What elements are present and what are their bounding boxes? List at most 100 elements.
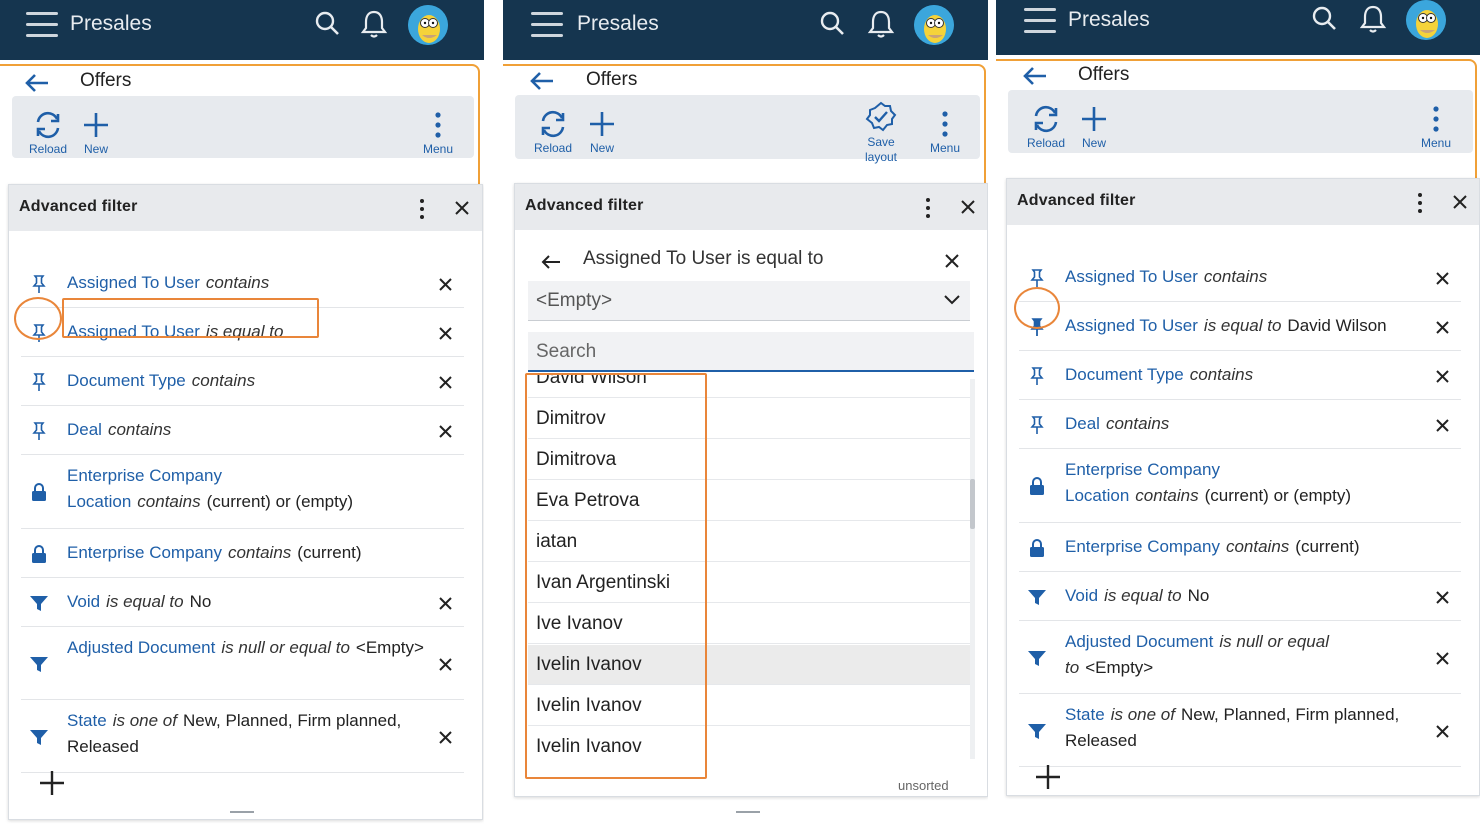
remove-filter-icon[interactable] bbox=[1436, 418, 1449, 432]
avatar[interactable] bbox=[1406, 0, 1446, 40]
filter-row[interactable]: State is one of New, Planned, Firm planned… bbox=[21, 700, 464, 773]
new-button[interactable]: New bbox=[586, 109, 618, 155]
hamburger-menu-icon[interactable] bbox=[26, 12, 58, 40]
filter-field[interactable]: Assigned To User bbox=[1065, 316, 1198, 335]
filter-field[interactable]: Enterprise Company bbox=[1065, 537, 1220, 556]
back-arrow-icon[interactable] bbox=[24, 72, 50, 94]
back-arrow-icon[interactable] bbox=[529, 70, 555, 92]
filter-row-text: Deal contains bbox=[67, 417, 424, 443]
filter-field[interactable]: State bbox=[1065, 705, 1105, 724]
filter-row[interactable]: Enterprise Company contains (current) bbox=[21, 529, 464, 578]
filter-row[interactable]: Deal contains bbox=[1019, 400, 1461, 449]
menu-button[interactable]: Menu bbox=[925, 109, 965, 155]
filter-field[interactable]: Enterprise Company bbox=[67, 543, 222, 562]
bell-icon[interactable] bbox=[1359, 4, 1387, 34]
save-layout-button[interactable]: Save layout bbox=[861, 101, 901, 165]
bell-icon[interactable] bbox=[867, 9, 895, 39]
filter-row-text: Void is equal to No bbox=[67, 589, 424, 615]
filter-row[interactable]: Enterprise Company contains (current) bbox=[1019, 523, 1461, 572]
close-icon[interactable] bbox=[455, 201, 469, 215]
menu-button[interactable]: Menu bbox=[418, 110, 458, 156]
filter-field[interactable]: Adjusted Document bbox=[67, 638, 215, 657]
filter-field[interactable]: Document Type bbox=[1065, 365, 1184, 384]
filter-row[interactable]: Enterprise Company Location contains (curr… bbox=[21, 455, 464, 529]
reload-button[interactable]: Reload bbox=[1024, 104, 1068, 150]
filter-row[interactable]: Document Type contains bbox=[21, 357, 464, 406]
filter-row[interactable]: State is one of New, Planned, Firm planned… bbox=[1019, 694, 1461, 767]
scrollbar-thumb[interactable] bbox=[970, 479, 975, 529]
remove-filter-icon[interactable] bbox=[1436, 320, 1449, 334]
avatar[interactable] bbox=[408, 5, 448, 45]
remove-filter-icon[interactable] bbox=[1436, 590, 1449, 604]
remove-filter-icon[interactable] bbox=[439, 657, 452, 671]
close-icon[interactable] bbox=[945, 254, 959, 268]
pin-icon[interactable] bbox=[1027, 366, 1047, 386]
filter-row-text: Document Type contains bbox=[1065, 362, 1421, 388]
filter-field[interactable]: Assigned To User bbox=[67, 273, 200, 292]
filter-row[interactable]: Deal contains bbox=[21, 406, 464, 455]
filter-field[interactable]: Adjusted Document bbox=[1065, 632, 1213, 651]
filter-field[interactable]: Void bbox=[67, 592, 100, 611]
filter-field[interactable]: Assigned To User bbox=[1065, 267, 1198, 286]
remove-filter-icon[interactable] bbox=[439, 730, 452, 744]
resize-handle[interactable] bbox=[736, 811, 760, 813]
filter-more-icon[interactable] bbox=[926, 198, 932, 222]
close-icon[interactable] bbox=[1453, 195, 1467, 209]
remove-filter-icon[interactable] bbox=[439, 424, 452, 438]
close-icon[interactable] bbox=[961, 200, 975, 214]
filter-row[interactable]: Adjusted Document is null or equal to <Emp… bbox=[21, 627, 464, 700]
filter-row[interactable]: Assigned To User contains bbox=[1019, 253, 1461, 302]
pin-icon[interactable] bbox=[1027, 268, 1047, 288]
bell-icon[interactable] bbox=[360, 9, 388, 39]
search-icon[interactable] bbox=[314, 10, 340, 36]
pin-icon[interactable] bbox=[29, 421, 49, 441]
value-select[interactable]: <Empty> bbox=[528, 281, 970, 321]
remove-filter-icon[interactable] bbox=[1436, 651, 1449, 665]
add-filter-icon[interactable] bbox=[1035, 764, 1061, 790]
pin-icon[interactable] bbox=[29, 274, 49, 294]
filter-more-icon[interactable] bbox=[1418, 193, 1424, 217]
menu-button[interactable]: Menu bbox=[1416, 104, 1456, 150]
search-icon[interactable] bbox=[1311, 5, 1337, 31]
pin-icon[interactable] bbox=[29, 372, 49, 392]
search-icon[interactable] bbox=[819, 10, 845, 36]
hamburger-menu-icon[interactable] bbox=[531, 12, 563, 40]
filter-field[interactable]: Void bbox=[1065, 586, 1098, 605]
app-title: Presales bbox=[577, 12, 659, 35]
filter-row[interactable]: Void is equal to No bbox=[1019, 572, 1461, 621]
filter-more-icon[interactable] bbox=[420, 199, 426, 223]
filter-row[interactable]: Adjusted Document is null or equal to <Emp… bbox=[1019, 621, 1461, 694]
filter-row-text: Adjusted Document is null or equal to <Emp… bbox=[1065, 629, 1421, 681]
remove-filter-icon[interactable] bbox=[439, 375, 452, 389]
pin-icon[interactable] bbox=[1027, 415, 1047, 435]
filter-field[interactable]: Deal bbox=[67, 420, 102, 439]
filter-field[interactable]: Document Type bbox=[67, 371, 186, 390]
filter-row[interactable]: Enterprise Company Location contains (curr… bbox=[1019, 449, 1461, 523]
new-button[interactable]: New bbox=[80, 110, 112, 156]
back-arrow-icon[interactable] bbox=[541, 254, 561, 270]
filter-field[interactable]: State bbox=[67, 711, 107, 730]
search-input[interactable]: Search bbox=[528, 332, 974, 372]
avatar[interactable] bbox=[914, 5, 954, 45]
add-filter-icon[interactable] bbox=[39, 770, 65, 796]
remove-filter-icon[interactable] bbox=[1436, 369, 1449, 383]
reload-button[interactable]: Reload bbox=[531, 109, 575, 155]
back-arrow-icon[interactable] bbox=[1022, 65, 1048, 87]
remove-filter-icon[interactable] bbox=[439, 326, 452, 340]
remove-filter-icon[interactable] bbox=[1436, 271, 1449, 285]
hamburger-menu-icon[interactable] bbox=[1024, 8, 1056, 36]
filter-row[interactable]: Document Type contains bbox=[1019, 351, 1461, 400]
remove-filter-icon[interactable] bbox=[1436, 724, 1449, 738]
resize-handle[interactable] bbox=[230, 811, 254, 813]
new-button[interactable]: New bbox=[1078, 104, 1110, 150]
filter-row[interactable]: Void is equal to No bbox=[21, 578, 464, 627]
sort-label[interactable]: unsorted bbox=[898, 778, 949, 793]
funnel-icon bbox=[29, 593, 49, 613]
filter-field[interactable]: Deal bbox=[1065, 414, 1100, 433]
scrollbar[interactable] bbox=[970, 379, 975, 759]
remove-filter-icon[interactable] bbox=[439, 277, 452, 291]
filter-row[interactable]: Assigned To User is equal to David Wilson bbox=[1019, 302, 1461, 351]
advanced-filter-card: Advanced filter Assigned To User contains… bbox=[1006, 178, 1480, 796]
reload-button[interactable]: Reload bbox=[26, 110, 70, 156]
remove-filter-icon[interactable] bbox=[439, 596, 452, 610]
